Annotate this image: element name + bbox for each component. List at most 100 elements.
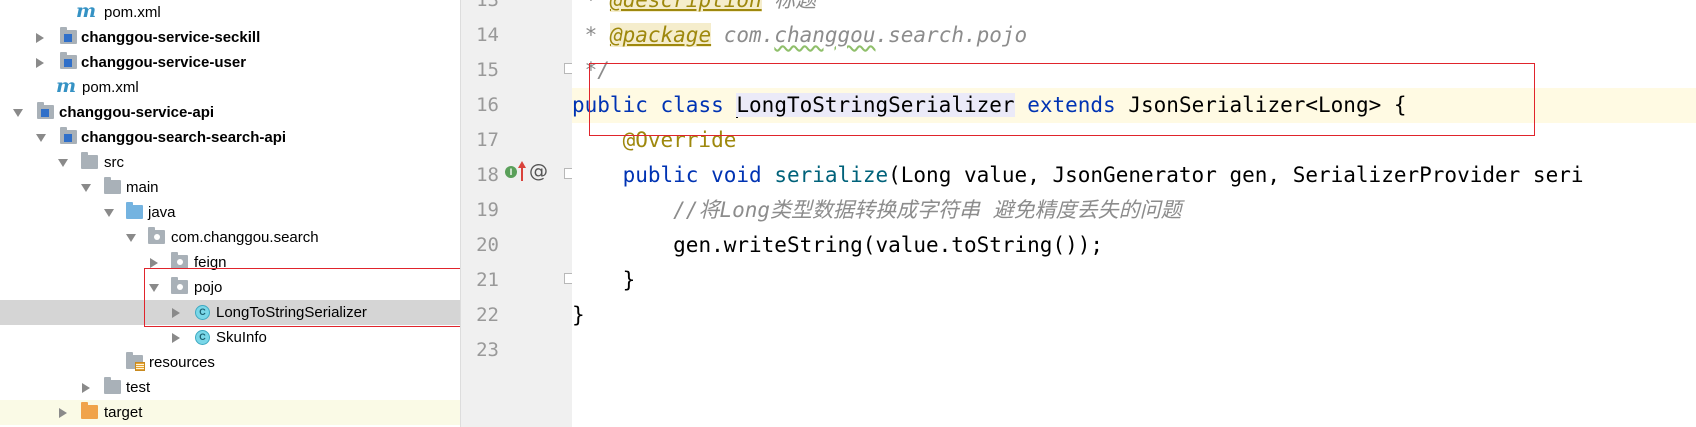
tree-item-src[interactable]: src xyxy=(0,150,460,175)
comment-text: //将Long类型数据转换成字符串 避免精度丢失的问题 xyxy=(673,198,1182,222)
tree-item-skuinfo[interactable]: C SkuInfo xyxy=(0,325,460,350)
excluded-folder-icon xyxy=(81,402,98,419)
chevron-down-icon[interactable] xyxy=(36,134,46,142)
code-line-22: } xyxy=(572,298,1696,333)
arrow-up-icon[interactable] xyxy=(518,161,526,183)
tree-item-label: main xyxy=(126,179,159,196)
line-number: 16 xyxy=(476,94,499,116)
tree-item-java[interactable]: java xyxy=(0,200,460,225)
code-text: } xyxy=(572,303,585,327)
chevron-right-icon[interactable] xyxy=(36,33,44,43)
line-number: 21 xyxy=(476,269,499,291)
javadoc-tag: @description xyxy=(609,0,762,12)
chevron-down-icon[interactable] xyxy=(13,109,23,117)
line-number: 15 xyxy=(476,59,499,81)
code-text: } xyxy=(622,268,636,292)
folder-icon xyxy=(104,177,121,194)
line-number: 22 xyxy=(476,304,499,326)
tree-item-label: java xyxy=(148,204,176,221)
folder-icon xyxy=(104,377,121,394)
code-text: gen.writeString(value.toString()); xyxy=(673,233,1104,257)
line-number: 20 xyxy=(476,234,499,256)
comment-text: * xyxy=(572,23,610,47)
tree-item-label: resources xyxy=(149,354,215,371)
package-icon xyxy=(148,227,165,244)
chevron-down-icon[interactable] xyxy=(81,184,91,192)
method-name: serialize xyxy=(774,163,889,187)
tree-item-main[interactable]: main xyxy=(0,175,460,200)
tree-item-resources[interactable]: resources xyxy=(0,350,460,375)
maven-icon: m xyxy=(76,0,97,22)
tree-item-com-changgou-search[interactable]: com.changgou.search xyxy=(0,225,460,250)
code-line-18: public void serialize(Long value, JsonGe… xyxy=(572,158,1696,193)
comment-text-typo: changgou xyxy=(774,23,876,47)
maven-icon: m xyxy=(56,75,77,97)
editor-gutter: 13 14 15 16 17 18 19 20 21 22 23 I @ xyxy=(460,0,575,427)
tree-item-pom-xml[interactable]: m pom.xml xyxy=(0,0,460,25)
module-folder-icon xyxy=(60,52,77,69)
chevron-down-icon[interactable] xyxy=(126,234,136,242)
comment-text xyxy=(711,23,724,47)
line-number: 14 xyxy=(476,24,499,46)
line-number: 13 xyxy=(476,0,499,11)
source-folder-icon xyxy=(126,202,143,219)
tree-item-label: changgou-search-search-api xyxy=(81,129,287,146)
chevron-down-icon[interactable] xyxy=(58,159,68,167)
comment-text: .search.pojo xyxy=(875,23,1028,47)
tree-item-label: changgou-service-api xyxy=(59,104,215,121)
tree-item-label: com.changgou.search xyxy=(171,229,319,246)
line-number: 17 xyxy=(476,129,499,151)
code-line-19: //将Long类型数据转换成字符串 避免精度丢失的问题 xyxy=(572,193,1696,228)
code-line-13: * @description 标题 xyxy=(572,0,1696,18)
tree-item-target[interactable]: target xyxy=(0,400,460,425)
tree-item-label: SkuInfo xyxy=(216,329,267,346)
tree-item-label: test xyxy=(126,379,151,396)
highlight-box-code xyxy=(589,63,1535,136)
chevron-right-icon[interactable] xyxy=(59,408,67,418)
folder-icon xyxy=(81,152,98,169)
chevron-right-icon[interactable] xyxy=(82,383,90,393)
project-tree: m pom.xml changgou-service-seckill chang… xyxy=(0,0,460,427)
tree-item-test[interactable]: test xyxy=(0,375,460,400)
chevron-right-icon[interactable] xyxy=(150,258,158,268)
keyword: void xyxy=(711,163,762,187)
class-icon: C xyxy=(195,330,210,345)
tree-item-changgou-service-user[interactable]: changgou-service-user xyxy=(0,50,460,75)
package-icon xyxy=(171,252,188,269)
highlight-box-tree xyxy=(144,268,460,327)
chevron-right-icon[interactable] xyxy=(36,58,44,68)
module-folder-icon xyxy=(60,27,77,44)
tree-item-label: pom.xml xyxy=(82,79,139,96)
tree-item-label: pom.xml xyxy=(104,4,161,21)
tree-item-pom-xml-root[interactable]: m pom.xml xyxy=(0,75,460,100)
module-folder-icon xyxy=(60,127,77,144)
line-number: 18 xyxy=(476,164,499,186)
code-line-20: gen.writeString(value.toString()); xyxy=(572,228,1696,263)
tree-item-changgou-service-api[interactable]: changgou-service-api xyxy=(0,100,460,125)
tree-item-label: changgou-service-seckill xyxy=(81,29,261,46)
chevron-right-icon[interactable] xyxy=(172,333,180,343)
tree-item-changgou-search-search-api[interactable]: changgou-search-search-api xyxy=(0,125,460,150)
comment-text: com. xyxy=(723,23,775,47)
tree-item-label: target xyxy=(104,404,143,421)
code-text: (Long value, JsonGenerator gen, Serializ… xyxy=(888,163,1584,187)
tree-item-changgou-service-seckill[interactable]: changgou-service-seckill xyxy=(0,25,460,50)
tree-item-label: changgou-service-user xyxy=(81,54,247,71)
keyword: public xyxy=(622,163,699,187)
resources-folder-icon xyxy=(126,352,145,371)
module-folder-icon xyxy=(37,102,54,119)
comment-text: * xyxy=(572,0,610,12)
line-number: 23 xyxy=(476,339,499,361)
implements-marker-icon[interactable]: I xyxy=(505,166,517,178)
javadoc-tag: @package xyxy=(609,23,712,47)
code-line-21: } xyxy=(572,263,1696,298)
chevron-down-icon[interactable] xyxy=(104,209,114,217)
line-number: 19 xyxy=(476,199,499,221)
tree-item-label: src xyxy=(104,154,124,171)
override-marker-icon[interactable]: @ xyxy=(529,158,548,184)
